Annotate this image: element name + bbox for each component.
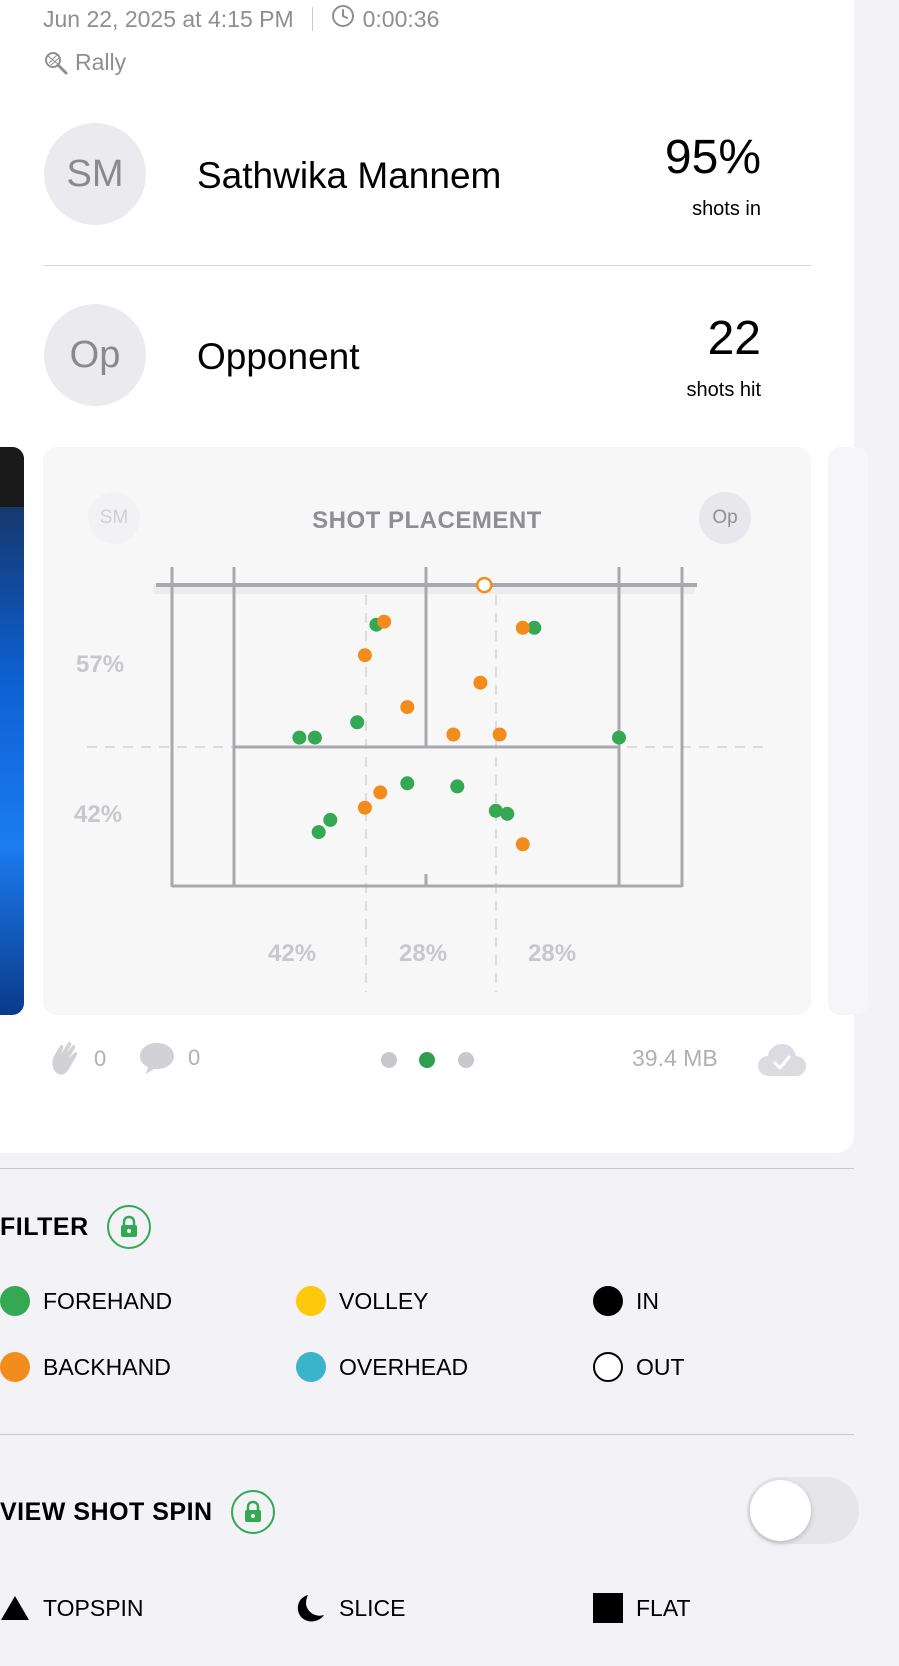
stat-label: shots hit <box>686 379 761 401</box>
date-text: Jun 22, 2025 at 4:15 PM <box>43 5 294 32</box>
row-percent: 57% <box>76 651 125 678</box>
legend-label: IN <box>636 1287 659 1314</box>
legend-volley[interactable]: VOLLEY <box>296 1286 429 1316</box>
shot-point-backhand <box>473 675 488 690</box>
section-divider <box>0 1168 854 1169</box>
triangle-icon <box>0 1593 30 1623</box>
clap-icon <box>48 1040 82 1078</box>
spin-topspin[interactable]: TOPSPIN <box>0 1593 144 1623</box>
yellow-dot-icon <box>296 1286 326 1316</box>
shot-point-forehand <box>612 730 626 745</box>
shot-point-out <box>476 576 493 594</box>
shot-point-forehand <box>323 812 338 827</box>
meta-line: Jun 22, 2025 at 4:15 PM 0:00:36 <box>43 4 439 34</box>
hollow-dot-icon <box>593 1352 623 1382</box>
mode-text: Rally <box>75 49 127 75</box>
legend-label: OVERHEAD <box>339 1353 469 1380</box>
shot-point-forehand <box>400 776 415 791</box>
legend-out[interactable]: OUT <box>593 1352 685 1382</box>
page-dot[interactable] <box>458 1052 474 1068</box>
avatar[interactable]: Op <box>44 304 146 406</box>
stat-value: 22 <box>707 312 761 365</box>
clap-count: 0 <box>94 1046 107 1071</box>
spin-flat[interactable]: FLAT <box>593 1593 691 1623</box>
legend-in[interactable]: IN <box>593 1286 659 1316</box>
legend-overhead[interactable]: OVERHEAD <box>296 1352 468 1382</box>
shot-point-backhand <box>400 700 415 715</box>
filter-title: FILTER <box>0 1212 89 1241</box>
shot-point-forehand <box>292 730 307 745</box>
tennis-court <box>87 567 767 992</box>
shot-point-forehand <box>307 730 322 745</box>
comment-count: 0 <box>188 1045 201 1070</box>
orange-dot-icon <box>0 1352 30 1382</box>
shot-points <box>292 576 626 852</box>
comment-button[interactable]: 0 <box>138 1040 200 1076</box>
cloud-check-icon <box>756 1040 808 1085</box>
next-slide-preview[interactable] <box>828 447 868 1015</box>
player-name: Sathwika Mannem <box>197 155 502 196</box>
lock-icon[interactable] <box>230 1490 275 1534</box>
shot-point-forehand <box>500 806 515 821</box>
spin-slice[interactable]: SLICE <box>296 1593 405 1623</box>
shot-point-backhand <box>446 727 461 742</box>
toggle-knob <box>750 1480 811 1541</box>
spin-label: TOPSPIN <box>43 1594 144 1621</box>
teal-dot-icon <box>296 1352 326 1382</box>
duration-text: 0:00:36 <box>362 5 440 32</box>
shot-point-forehand <box>450 779 465 794</box>
col-percent: 28% <box>399 940 448 967</box>
player-name: Opponent <box>197 336 360 377</box>
video-thumbnail[interactable] <box>0 447 24 1015</box>
black-dot-icon <box>593 1286 623 1316</box>
legend-forehand[interactable]: FOREHAND <box>0 1286 172 1316</box>
row-percent: 42% <box>74 801 123 828</box>
stat-value: 95% <box>664 131 761 184</box>
shot-point-forehand <box>311 825 326 840</box>
spin-toggle[interactable] <box>747 1477 859 1544</box>
shot-point-forehand <box>350 715 365 730</box>
shot-point-backhand <box>357 648 372 663</box>
section-divider <box>0 1434 854 1435</box>
stat-label: shots in <box>692 198 761 220</box>
shot-point-backhand <box>492 727 507 742</box>
crescent-icon <box>296 1593 326 1623</box>
filter-section-title: FILTER <box>0 1205 151 1249</box>
clock-icon <box>331 4 355 34</box>
shot-point-backhand <box>377 614 392 629</box>
shot-point-backhand <box>357 800 372 815</box>
file-size: 39.4 MB <box>632 1045 718 1071</box>
shot-point-backhand <box>373 785 388 800</box>
card-footer: 0 0 39.4 MB <box>0 1040 854 1080</box>
racket-icon <box>43 50 69 76</box>
spin-label: SLICE <box>339 1594 406 1621</box>
activity-card: Jun 22, 2025 at 4:15 PM 0:00:36 Rally SM… <box>0 0 868 1153</box>
page-dot[interactable] <box>381 1052 397 1068</box>
shot-point-backhand <box>515 620 530 635</box>
legend-label: OUT <box>636 1353 685 1380</box>
shot-point-backhand <box>515 837 530 852</box>
legend-label: VOLLEY <box>339 1287 429 1314</box>
spin-section-title: VIEW SHOT SPIN <box>0 1490 275 1534</box>
divider <box>43 265 811 266</box>
page-dot-active[interactable] <box>419 1052 435 1068</box>
legend-label: BACKHAND <box>43 1353 171 1380</box>
green-dot-icon <box>0 1286 30 1316</box>
spin-title: VIEW SHOT SPIN <box>0 1497 213 1526</box>
mode-line: Rally <box>43 49 126 76</box>
legend-label: FOREHAND <box>43 1287 173 1314</box>
lock-icon[interactable] <box>106 1205 151 1249</box>
meta-separator <box>311 7 313 31</box>
square-icon <box>593 1593 623 1623</box>
col-percent: 42% <box>268 940 317 967</box>
legend-backhand[interactable]: BACKHAND <box>0 1352 171 1382</box>
col-percent: 28% <box>528 940 577 967</box>
avatar[interactable]: SM <box>44 123 146 225</box>
shot-placement-card: SM Op SHOT PLACEMENT 57% 42% 42% 28% 28% <box>43 447 811 1015</box>
comment-icon <box>138 1040 176 1076</box>
spin-label: FLAT <box>636 1594 691 1621</box>
clap-button[interactable]: 0 <box>48 1040 106 1078</box>
